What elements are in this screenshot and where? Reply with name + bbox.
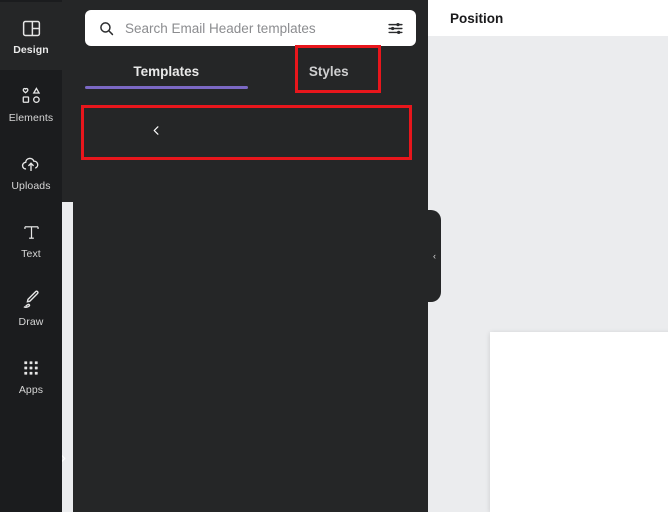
sidebar-item-uploads[interactable]: Uploads xyxy=(0,138,62,206)
panel-collapse-handle[interactable]: ‹ xyxy=(428,210,441,302)
sidebar-item-elements-label: Elements xyxy=(8,112,54,125)
sidebar-item-text-label: Text xyxy=(21,248,41,261)
panel-tabs: Templates Styles xyxy=(85,55,410,89)
sidebar-item-apps-label: Apps xyxy=(18,384,44,397)
sidebar-item-text[interactable]: Text xyxy=(0,206,62,274)
sidebar-item-uploads-label: Uploads xyxy=(11,180,51,193)
search-bar[interactable] xyxy=(85,10,416,46)
chips-next-button[interactable] xyxy=(62,202,73,512)
left-icon-rail: Design Elements Uploads Text Draw Apps xyxy=(0,0,62,512)
search-icon xyxy=(98,20,115,37)
layout-icon xyxy=(19,16,43,40)
tab-templates-label: Templates xyxy=(133,64,200,79)
search-input[interactable] xyxy=(125,20,377,36)
canva-editor-window: Design Elements Uploads Text Draw Apps S… xyxy=(0,0,668,512)
sidebar-item-design-label: Design xyxy=(13,44,49,57)
sidebar-item-elements[interactable]: Elements xyxy=(0,70,62,138)
grid-dots-icon xyxy=(19,356,43,380)
pen-icon xyxy=(19,288,43,312)
sliders-filter-icon[interactable] xyxy=(387,20,404,37)
search-area xyxy=(62,0,428,46)
editor-right-area: Position ‹ xyxy=(428,0,668,512)
templates-panel: Templates Styles Collage Beach xyxy=(62,0,428,512)
tab-styles-label: Styles xyxy=(308,64,349,79)
chips-prev-button[interactable] xyxy=(145,113,167,147)
shapes-icon xyxy=(19,84,43,108)
sidebar-item-draw[interactable]: Draw xyxy=(0,274,62,342)
chevron-left-icon xyxy=(153,125,158,135)
sidebar-item-draw-label: Draw xyxy=(18,316,44,329)
tab-styles[interactable]: Styles xyxy=(248,55,411,89)
upload-cloud-icon xyxy=(19,152,43,176)
position-title: Position xyxy=(450,10,504,26)
sidebar-item-design[interactable]: Design xyxy=(0,2,62,70)
sidebar-item-apps[interactable]: Apps xyxy=(0,342,62,410)
chevron-right-icon xyxy=(62,454,65,462)
design-canvas-page[interactable] xyxy=(490,332,668,512)
tab-templates[interactable]: Templates xyxy=(85,55,248,89)
position-toolbar: Position xyxy=(428,0,668,36)
text-t-icon xyxy=(19,220,43,244)
